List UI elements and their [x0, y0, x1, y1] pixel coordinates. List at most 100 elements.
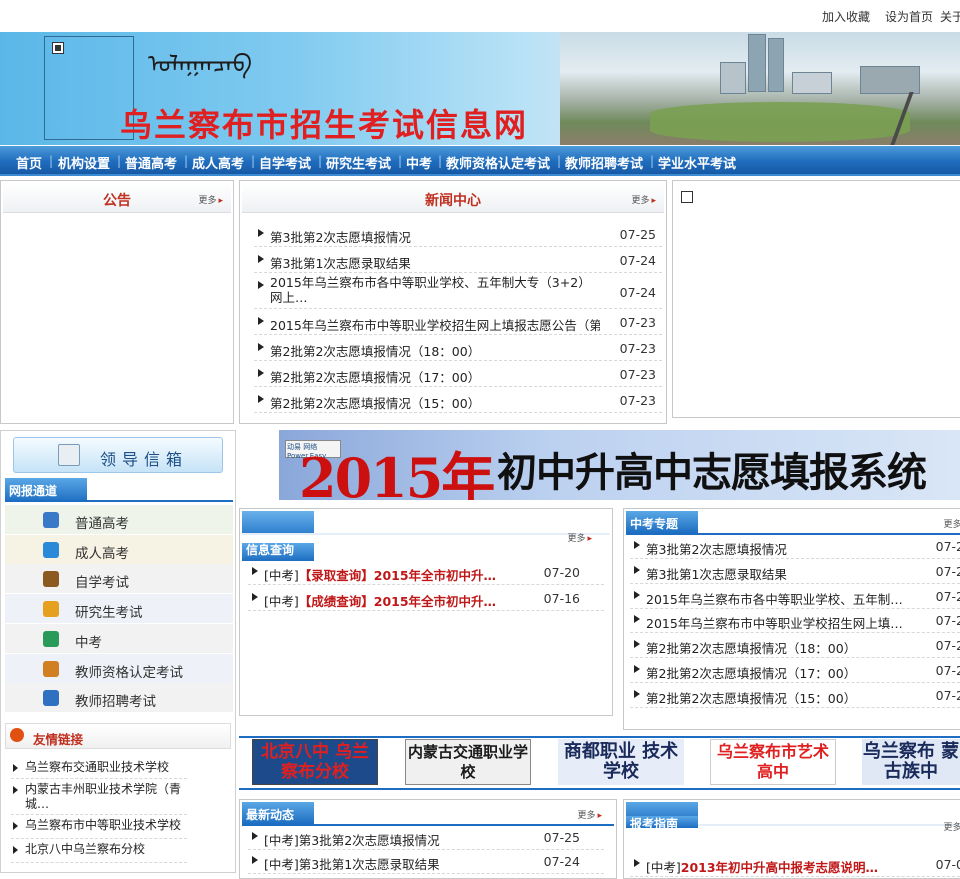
notice-more-link[interactable]: 更多	[198, 193, 223, 206]
nav-item-teacher-cert[interactable]: 教师资格认定考试	[446, 153, 550, 172]
latest-news-item[interactable]: [中考]第3批第1次志愿录取结果 07-24	[248, 850, 604, 874]
topic-item[interactable]: 第2批第2次志愿填报情况（17：00） 07-2	[630, 659, 960, 683]
topic-item[interactable]: 2015年乌兰察布市各中等职业学校、五年制… 07-2	[630, 585, 960, 609]
school-logo-shangdu[interactable]: 商都职业 技术学校	[558, 739, 684, 785]
latest-news-title[interactable]: 第3批第2次志愿填报情况	[299, 833, 440, 848]
channel-item-label: 自学考试	[75, 575, 129, 592]
topic-item[interactable]: 2015年乌兰察布市中等职业学校招生网上填… 07-2	[630, 609, 960, 634]
news-item-title[interactable]: 2015年乌兰察布市中等职业学校招生网上填报志愿公告（第8…	[270, 315, 600, 334]
exam-guide-item[interactable]: [中考]2013年初中升高中报考志愿说明… 07-0	[630, 853, 960, 877]
news-item-title[interactable]: 第2批第2次志愿填报情况（18：00）	[270, 341, 600, 360]
nav-item-gaokao[interactable]: 普通高考	[125, 153, 177, 172]
notice-panel: 公告 更多	[0, 180, 234, 424]
exam-guide-more-link[interactable]: 更多	[943, 820, 960, 833]
friend-link-label[interactable]: 乌兰察布交通职业技术学校	[25, 760, 191, 775]
channel-item[interactable]: 研究生考试	[5, 594, 233, 625]
query-item-title[interactable]: 【成绩查询】2015年全市初中升…	[299, 594, 496, 609]
school-logo-arts-high[interactable]: 乌兰察布市艺术高中	[710, 739, 836, 785]
info-query-title: 信息查询	[242, 543, 314, 561]
latest-news-text[interactable]: [中考]第3批第1次志愿录取结果	[264, 854, 440, 873]
news-item-title[interactable]: 第3批第2次志愿填报情况	[270, 227, 600, 246]
tab-underline	[5, 500, 233, 502]
channel-item[interactable]: 自学考试	[5, 564, 233, 595]
news-item-title[interactable]: 第3批第1次志愿录取结果	[270, 253, 600, 272]
news-item[interactable]: 2015年乌兰察布市中等职业学校招生网上填报志愿公告（第8… 07-23	[254, 311, 662, 335]
about-link[interactable]: 关于	[940, 8, 960, 25]
latest-news-title[interactable]: 第3批第1次志愿录取结果	[299, 857, 440, 872]
channel-item[interactable]: 中考	[5, 623, 233, 654]
news-item[interactable]: 第2批第2次志愿填报情况（18：00） 07-23	[254, 337, 662, 361]
news-item[interactable]: 2015年乌兰察布市各中等职业学校、五年制大专（3+2）网上… 07-24	[254, 275, 662, 309]
school-logo-mongol-high[interactable]: 乌兰察布 蒙古族中	[862, 739, 960, 785]
channel-item[interactable]: 普通高考	[5, 505, 233, 535]
topic-item-title[interactable]: 第2批第2次志愿填报情况（15：00）	[646, 688, 906, 707]
friend-link-item[interactable]: 乌兰察布交通职业技术学校	[11, 759, 187, 779]
friend-link-item[interactable]: 北京八中乌兰察布分校	[11, 841, 187, 863]
friend-link-item[interactable]: 内蒙古丰州职业技术学院（青城…	[11, 781, 187, 815]
nav-item-teacher-recruit[interactable]: 教师招聘考试	[565, 153, 643, 172]
school-logo-neimeng-traffic[interactable]: 内蒙古交通职业学校	[405, 739, 531, 785]
nav-item-self-study[interactable]: 自学考试	[259, 153, 311, 172]
topic-item-title[interactable]: 第3批第2次志愿填报情况	[646, 539, 906, 558]
topic-item[interactable]: 第2批第2次志愿填报情况（15：00） 07-2	[630, 684, 960, 708]
bullet-arrow-icon	[634, 615, 640, 624]
nav-item-postgraduate[interactable]: 研究生考试	[326, 153, 391, 172]
friend-link-label[interactable]: 乌兰察布市中等职业技术学校	[25, 818, 191, 833]
channel-item[interactable]: 教师招聘考试	[5, 683, 233, 714]
zhongkao-more-link[interactable]: 更多	[943, 517, 960, 530]
nav-item-academic-level[interactable]: 学业水平考试	[658, 153, 736, 172]
topic-item-title[interactable]: 第3批第1次志愿录取结果	[646, 564, 906, 583]
news-more-link[interactable]: 更多	[631, 193, 656, 206]
site-title: 乌兰察布市招生考试信息网	[120, 106, 529, 144]
news-item[interactable]: 第2批第2次志愿填报情况（17：00） 07-23	[254, 363, 662, 387]
news-item[interactable]: 第3批第1次志愿录取结果 07-24	[254, 249, 662, 273]
channel-item[interactable]: 成人高考	[5, 534, 233, 565]
broken-image-icon	[52, 42, 64, 54]
query-item-text[interactable]: [中考]【成绩查询】2015年全市初中升…	[264, 591, 496, 610]
nav-separator: |	[557, 154, 562, 168]
query-item[interactable]: [中考]【录取查询】2015年全市初中升… 07-20	[248, 561, 604, 585]
news-item-title[interactable]: 第2批第2次志愿填报情况（17：00）	[270, 367, 600, 386]
news-title: 新闻中心	[425, 193, 481, 209]
news-item[interactable]: 第3批第2次志愿填报情况 07-25	[254, 223, 662, 247]
latest-news-item[interactable]: [中考]第3批第2次志愿填报情况 07-25	[248, 826, 604, 850]
topic-item[interactable]: 第3批第1次志愿录取结果 07-2	[630, 560, 960, 584]
query-item[interactable]: [中考]【成绩查询】2015年全市初中升… 07-16	[248, 587, 604, 611]
tab-underline	[242, 533, 610, 535]
query-item-title[interactable]: 【录取查询】2015年全市初中升…	[299, 568, 496, 583]
topic-item-title[interactable]: 第2批第2次志愿填报情况（18：00）	[646, 638, 906, 657]
topic-item-title[interactable]: 2015年乌兰察布市各中等职业学校、五年制…	[646, 589, 906, 608]
add-favorite-link[interactable]: 加入收藏	[822, 8, 870, 25]
news-item-date: 07-23	[619, 393, 656, 408]
news-item-title[interactable]: 2015年乌兰察布市各中等职业学校、五年制大专（3+2）网上…	[270, 275, 600, 305]
latest-news-text[interactable]: [中考]第3批第2次志愿填报情况	[264, 830, 440, 849]
news-item[interactable]: 第2批第2次志愿填报情况（15：00） 07-23	[254, 389, 662, 413]
query-item-text[interactable]: [中考]【录取查询】2015年全市初中升…	[264, 565, 496, 584]
latest-news-more-link[interactable]: 更多	[577, 808, 602, 821]
topic-item-title[interactable]: 第2批第2次志愿填报情况（17：00）	[646, 663, 906, 682]
info-query-more-link[interactable]: 更多	[567, 531, 592, 544]
query-item-tag: [中考]	[264, 594, 299, 609]
news-center-panel: 新闻中心 更多 第3批第2次志愿填报情况 07-25 第3批第1次志愿录取结果 07-…	[239, 180, 667, 424]
nav-item-zhongkao[interactable]: 中考	[406, 153, 432, 172]
set-homepage-link[interactable]: 设为首页	[885, 8, 933, 25]
promo-banner[interactable]: 动易 网络 Power.Easy 2015年 初中升高中志愿填报系统	[279, 430, 960, 500]
friend-link-label[interactable]: 北京八中乌兰察布分校	[25, 842, 191, 857]
friend-link-item[interactable]: 乌兰察布市中等职业技术学校	[11, 817, 187, 839]
leader-mailbox-button[interactable]: 领导信箱	[13, 437, 223, 473]
nav-item-home[interactable]: 首页	[16, 153, 42, 172]
channel-item[interactable]: 教师资格认定考试	[5, 653, 233, 684]
topic-item[interactable]: 第2批第2次志愿填报情况（18：00） 07-2	[630, 634, 960, 659]
news-item-title[interactable]: 第2批第2次志愿填报情况（15：00）	[270, 393, 600, 412]
bullet-arrow-icon	[258, 255, 264, 263]
nav-item-adult-exam[interactable]: 成人高考	[192, 153, 244, 172]
exam-guide-text[interactable]: [中考]2013年初中升高中报考志愿说明…	[646, 857, 878, 876]
topic-item[interactable]: 第3批第2次志愿填报情况 07-2	[630, 535, 960, 559]
topic-item-date: 07-2	[935, 563, 960, 579]
nav-item-organization[interactable]: 机构设置	[58, 153, 110, 172]
bullet-arrow-icon	[258, 229, 264, 237]
topic-item-title[interactable]: 2015年乌兰察布市中等职业学校招生网上填…	[646, 613, 906, 632]
friend-link-label[interactable]: 内蒙古丰州职业技术学院（青城…	[15, 782, 181, 812]
bullet-arrow-icon	[258, 281, 264, 289]
school-logo-beijing8[interactable]: 北京八中 乌兰察布分校	[252, 739, 378, 785]
